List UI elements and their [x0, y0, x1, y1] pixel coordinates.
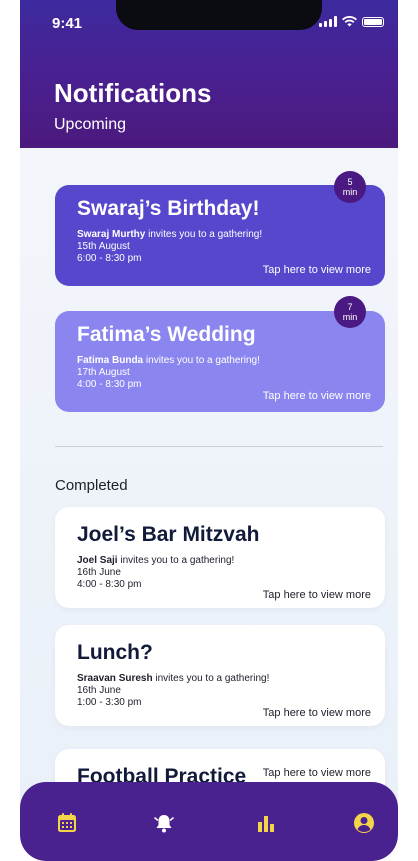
- invite-line: Sraavan Suresh invites you to a gatherin…: [77, 673, 269, 684]
- view-more-link[interactable]: Tap here to view more: [263, 390, 371, 402]
- view-more-link[interactable]: Tap here to view more: [263, 767, 371, 779]
- badge-number: 7: [347, 302, 353, 312]
- invite-line: Joel Saji invites you to a gathering!: [77, 555, 234, 566]
- view-more-link[interactable]: Tap here to view more: [263, 264, 371, 276]
- view-more-link[interactable]: Tap here to view more: [263, 707, 371, 719]
- invite-text: invites you to a gathering!: [145, 355, 260, 366]
- notification-card[interactable]: Joel’s Bar Mitzvah Joel Saji invites you…: [55, 507, 385, 608]
- nav-stats-button[interactable]: [255, 812, 277, 834]
- event-title: Joel’s Bar Mitzvah: [77, 523, 260, 546]
- status-time: 9:41: [52, 15, 83, 32]
- time-remaining-badge: 5 min: [334, 171, 366, 203]
- nav-notifications-button[interactable]: [153, 812, 175, 834]
- header: 9:41 Notifications Upcoming: [20, 0, 398, 148]
- host-name: Fatima Bunda: [77, 355, 144, 366]
- notification-card[interactable]: Swaraj’s Birthday! Swaraj Murthy invites…: [55, 185, 385, 286]
- time-remaining-badge: 7 min: [334, 296, 366, 328]
- host-name: Swaraj Murthy: [77, 229, 146, 240]
- notification-card[interactable]: Fatima’s Wedding Fatima Bunda invites yo…: [55, 311, 385, 412]
- event-time: 4:00 - 8:30 pm: [77, 379, 142, 390]
- event-time: 6:00 - 8:30 pm: [77, 253, 142, 264]
- cellular-signal-icon: [319, 16, 337, 27]
- invite-text: invites you to a gathering!: [120, 555, 235, 566]
- badge-unit: min: [342, 187, 358, 197]
- bell-icon: [154, 815, 174, 833]
- invite-text: invites you to a gathering!: [148, 229, 263, 240]
- page-title: Notifications: [54, 78, 212, 108]
- notification-card[interactable]: Lunch? Sraavan Suresh invites you to a g…: [55, 625, 385, 726]
- invite-text: invites you to a gathering!: [155, 673, 270, 684]
- section-upcoming-label: Upcoming: [54, 116, 127, 133]
- event-date: 16th June: [77, 567, 121, 578]
- event-date: 17th August: [77, 367, 130, 378]
- phone-screen: 9:41 Notifications Upcoming Swaraj’s Bir…: [20, 0, 398, 861]
- bottom-nav: [20, 782, 398, 861]
- event-title: Swaraj’s Birthday!: [77, 197, 260, 220]
- host-name: Joel Saji: [77, 555, 118, 566]
- badge-number: 5: [347, 177, 353, 187]
- nav-calendar-button[interactable]: [56, 812, 78, 834]
- event-time: 4:00 - 8:30 pm: [77, 579, 142, 590]
- battery-icon: [362, 16, 384, 27]
- divider: [55, 446, 383, 447]
- nav-profile-button[interactable]: [353, 812, 375, 834]
- wifi-icon: [342, 16, 357, 27]
- device-notch: [116, 0, 322, 30]
- event-time: 1:00 - 3:30 pm: [77, 697, 142, 708]
- invite-line: Swaraj Murthy invites you to a gathering…: [77, 229, 262, 240]
- status-icons: [319, 16, 384, 27]
- user-icon: [354, 813, 374, 833]
- host-name: Sraavan Suresh: [77, 673, 153, 684]
- badge-unit: min: [342, 312, 358, 322]
- invite-line: Fatima Bunda invites you to a gathering!: [77, 355, 260, 366]
- event-title: Lunch?: [77, 641, 153, 664]
- event-date: 15th August: [77, 241, 130, 252]
- view-more-link[interactable]: Tap here to view more: [263, 589, 371, 601]
- event-date: 16th June: [77, 685, 121, 696]
- event-title: Fatima’s Wedding: [77, 323, 256, 346]
- calendar-icon: [58, 813, 76, 832]
- bar-chart-icon: [258, 816, 274, 832]
- section-completed-label: Completed: [55, 477, 128, 494]
